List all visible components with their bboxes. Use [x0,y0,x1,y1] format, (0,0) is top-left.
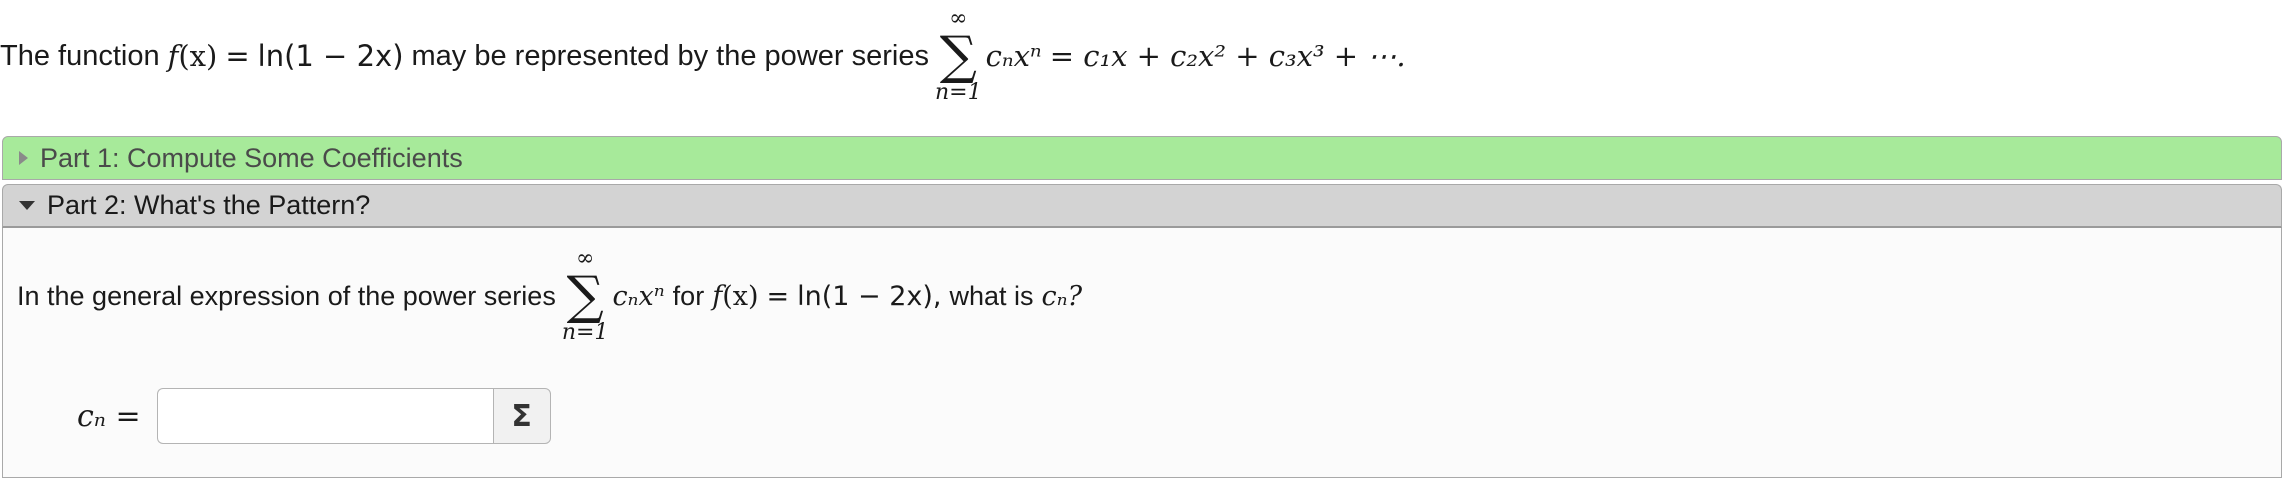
part-2-panel: In the general expression of the power s… [2,228,2282,478]
function-name: f [167,39,179,73]
function-name: f [712,280,723,312]
summation: ∞ ∑ n=1 [562,248,609,344]
part-1-label: Part 1: Compute Some Coefficients [40,142,463,173]
question-target: cₙ? [1041,280,1083,312]
function-arg: (x) [178,39,218,73]
summation: ∞ ∑ n=1 [935,8,982,104]
equals-sign: = [766,280,790,312]
series-expansion: = c₁x + c₂x² + c₃x³ + ⋯. [1049,39,1406,73]
function-expression: ln(1 − 2x), [797,280,942,312]
function-arg: (x) [722,280,759,312]
intro-text-middle: may be represented by the power series [411,39,929,72]
problem-statement: The function f (x) = ln(1 − 2x) may be r… [0,6,1406,106]
part-1-header[interactable]: Part 1: Compute Some Coefficients [2,136,2282,180]
series-general-term: cₙxⁿ [612,280,665,312]
intro-text-before: The function [0,39,160,72]
series-general-term: cₙxⁿ [985,39,1042,73]
question-text-for: for [672,280,705,311]
question-text-before: In the general expression of the power s… [17,280,556,311]
sigma-icon: Σ [511,398,532,434]
question-text: In the general expression of the power s… [17,248,1082,344]
part-2-header[interactable]: Part 2: What's the Pattern? [2,184,2282,228]
answer-label: cₙ = [77,398,141,434]
equals-sign: = [225,39,250,73]
caret-right-icon [19,151,28,165]
answer-input[interactable] [156,388,493,444]
sum-symbol: ∑ [566,266,604,326]
sum-lower-limit: n=1 [934,80,982,105]
answer-row: cₙ = Σ [77,388,551,444]
sum-lower-limit: n=1 [561,320,609,345]
question-text-after: what is [949,280,1034,311]
function-expression: ln(1 − 2x) [257,39,404,73]
equation-editor-button[interactable]: Σ [492,388,551,444]
caret-down-icon [19,201,35,210]
sum-symbol: ∑ [939,26,977,86]
part-2-label: Part 2: What's the Pattern? [47,190,371,220]
